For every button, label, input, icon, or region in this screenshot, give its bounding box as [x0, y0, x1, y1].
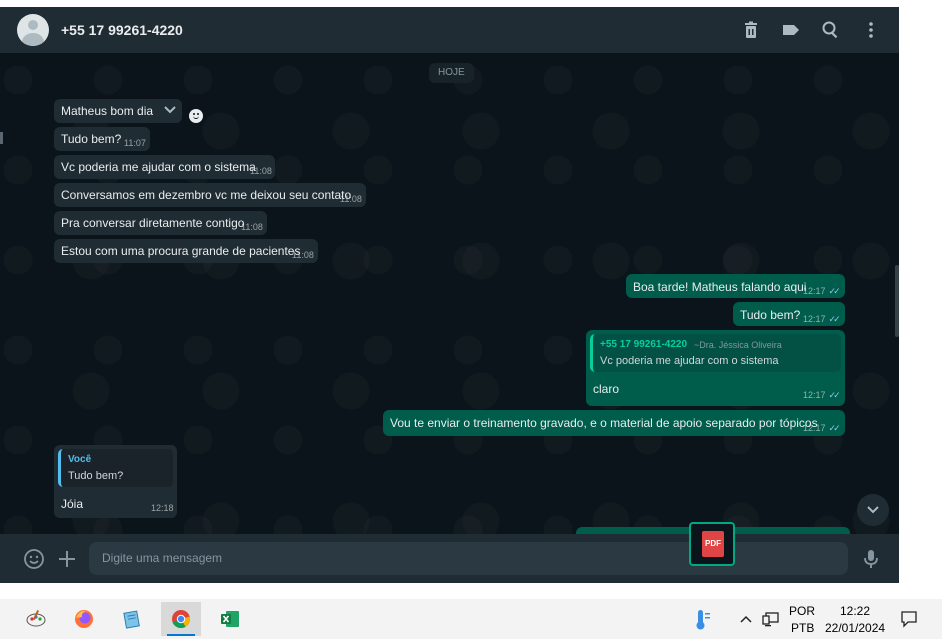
- composer-bar: Digite uma mensagem: [0, 534, 899, 583]
- notification-icon[interactable]: [900, 610, 918, 628]
- windows-taskbar: POR PTB 12:22 22/01/2024: [0, 599, 942, 639]
- message-incoming[interactable]: Tudo bem? 11:07: [54, 127, 150, 151]
- attach-plus-icon[interactable]: [56, 548, 78, 570]
- chevron-down-icon[interactable]: [163, 103, 177, 117]
- chat-scrollbar[interactable]: [895, 265, 899, 337]
- quote-sender: Você: [68, 454, 92, 465]
- read-ticks-icon: ✓✓: [828, 286, 841, 296]
- label-icon[interactable]: [781, 20, 801, 40]
- excel-icon: [221, 611, 239, 627]
- avatar-body-shape: [22, 33, 44, 46]
- emoji-icon[interactable]: [23, 548, 45, 570]
- quoted-message[interactable]: +55 17 99261-4220 ~Dra. Jéssica Oliveira…: [590, 334, 841, 372]
- message-outgoing[interactable]: Tudo bem? 12:17 ✓✓: [733, 302, 845, 326]
- message-text: Boa tarde! Matheus falando aqui: [633, 280, 807, 294]
- message-time-text: 12:17: [803, 286, 826, 296]
- message-text: Matheus bom dia: [61, 104, 154, 118]
- message-time: 12:17 ✓✓: [803, 286, 841, 297]
- paint-app[interactable]: [16, 602, 56, 636]
- chat-header[interactable]: +55 17 99261-4220: [0, 7, 899, 53]
- scroll-down-button[interactable]: [857, 494, 889, 526]
- chevron-up-icon[interactable]: [739, 613, 753, 625]
- message-incoming[interactable]: Pra conversar diretamente contigo 11:08: [54, 211, 267, 235]
- chat-area[interactable]: HOJE Matheus bom dia Tudo bem? 11:07 Vc …: [0, 53, 899, 534]
- message-text: claro: [593, 382, 620, 396]
- trash-icon[interactable]: [741, 20, 761, 40]
- message-outgoing[interactable]: Boa tarde! Matheus falando aqui 12:17 ✓✓: [626, 274, 845, 298]
- message-input-placeholder: Digite uma mensagem: [102, 551, 223, 565]
- message-incoming[interactable]: Vc poderia me ajudar com o sistema 11:08: [54, 155, 275, 179]
- message-time: 11:08: [250, 166, 272, 176]
- clock-time[interactable]: 12:22: [840, 604, 870, 618]
- message-text: Vc poderia me ajudar com o sistema: [61, 160, 256, 174]
- message-incoming[interactable]: Conversamos em dezembro vc me deixou seu…: [54, 183, 366, 207]
- search-icon[interactable]: [821, 20, 841, 40]
- message-time: 11:08: [241, 222, 263, 232]
- contact-name[interactable]: +55 17 99261-4220: [61, 22, 183, 38]
- chrome-icon: [172, 610, 190, 629]
- message-time-text: 12:17: [803, 314, 826, 324]
- chrome-app[interactable]: [161, 602, 201, 636]
- message-incoming[interactable]: Matheus bom dia: [54, 99, 182, 123]
- message-incoming[interactable]: Estou com uma procura grande de paciente…: [54, 239, 318, 263]
- message-outgoing-reply[interactable]: +55 17 99261-4220 ~Dra. Jéssica Oliveira…: [586, 330, 845, 406]
- message-time: 12:17 ✓✓: [803, 423, 841, 434]
- left-edge-marker: [0, 132, 3, 144]
- whatsapp-window: +55 17 99261-4220 HOJE Matheus bom dia T…: [0, 7, 899, 583]
- message-text: Vou te enviar o treinamento gravado, e o…: [390, 416, 818, 430]
- message-incoming-reply[interactable]: Você Tudo bem? Jóia 12:18: [54, 445, 177, 518]
- message-time: 12:17 ✓✓: [803, 390, 841, 401]
- message-time: 11:08: [292, 250, 314, 260]
- message-time: 11:07: [124, 138, 146, 148]
- message-text: Estou com uma procura grande de paciente…: [61, 244, 301, 258]
- firefox-icon: [75, 610, 93, 628]
- pdf-file-icon: PDF: [702, 531, 724, 557]
- microphone-icon[interactable]: [860, 548, 882, 570]
- message-text: Pra conversar diretamente contigo: [61, 216, 245, 230]
- message-text: Tudo bem?: [61, 132, 122, 146]
- keyboard-layout-indicator[interactable]: PTB: [791, 621, 814, 635]
- message-time-text: 12:17: [803, 423, 826, 433]
- language-indicator[interactable]: POR: [789, 604, 815, 618]
- quote-sender-alias: ~Dra. Jéssica Oliveira: [694, 340, 782, 350]
- read-ticks-icon: ✓✓: [828, 390, 841, 400]
- paint-icon: [26, 610, 46, 627]
- quote-sender: +55 17 99261-4220: [600, 339, 688, 350]
- quote-text: Vc poderia me ajudar com o sistema: [600, 355, 779, 367]
- pdf-drag-thumbnail[interactable]: PDF: [689, 522, 735, 566]
- message-text: Jóia: [61, 497, 84, 511]
- message-time-text: 12:17: [803, 390, 826, 400]
- message-text: Tudo bem?: [740, 308, 801, 322]
- message-time: 12:18: [151, 503, 174, 513]
- network-icon[interactable]: [762, 611, 780, 627]
- message-time: 11:08: [340, 194, 362, 204]
- avatar[interactable]: [17, 14, 49, 46]
- notepad-app[interactable]: [112, 602, 152, 636]
- notepad-icon: [123, 610, 140, 629]
- clock-date[interactable]: 22/01/2024: [825, 621, 885, 635]
- read-ticks-icon: ✓✓: [828, 314, 841, 324]
- chevron-down-icon: [867, 506, 879, 514]
- message-outgoing[interactable]: Vou te enviar o treinamento gravado, e o…: [383, 410, 845, 436]
- message-time: 12:17 ✓✓: [803, 314, 841, 325]
- avatar-head-shape: [28, 20, 38, 30]
- read-ticks-icon: ✓✓: [828, 423, 841, 433]
- menu-icon[interactable]: [861, 20, 881, 40]
- excel-app[interactable]: [210, 602, 250, 636]
- date-chip: HOJE: [429, 63, 474, 83]
- firefox-app[interactable]: [64, 602, 104, 636]
- message-text: Conversamos em dezembro vc me deixou seu…: [61, 188, 352, 202]
- quoted-message[interactable]: Você Tudo bem?: [58, 449, 173, 487]
- quote-text: Tudo bem?: [68, 470, 124, 482]
- thermometer-icon[interactable]: [692, 609, 712, 631]
